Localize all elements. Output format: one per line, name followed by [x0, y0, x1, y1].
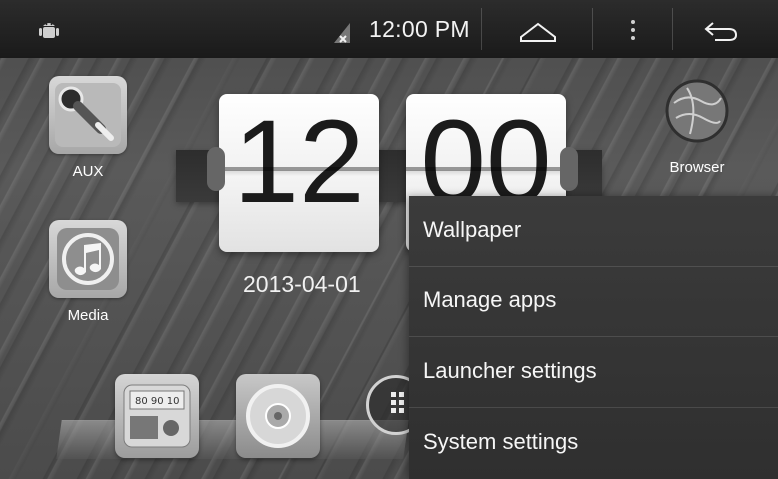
clock-hinge [560, 147, 578, 191]
clock-hours: 12 [233, 96, 365, 228]
android-icon [39, 23, 59, 38]
clock-date: 2013-04-01 [243, 271, 361, 297]
menu-item-label: Manage apps [423, 287, 557, 312]
card-split [406, 167, 566, 171]
launcher-menu: Wallpaper Manage apps Launcher settings … [409, 196, 778, 479]
android-home-screen: 12:00 PM AUX Media Browser 12 00 2013-04… [0, 0, 778, 479]
globe-icon [665, 79, 729, 143]
menu-item-label: System settings [423, 429, 579, 454]
disc-icon[interactable] [236, 374, 320, 458]
home-icon[interactable] [517, 19, 559, 45]
no-sim-icon [334, 23, 350, 43]
menu-item-label: Wallpaper [423, 217, 522, 242]
status-bar: 12:00 PM [0, 0, 778, 58]
browser-label: Browser [669, 159, 725, 176]
media-app[interactable]: Media [49, 220, 127, 324]
aux-icon [49, 76, 127, 154]
menu-item-system-settings[interactable]: System settings [409, 408, 778, 478]
svg-text:80 90 10: 80 90 10 [135, 396, 180, 407]
menu-item-label: Launcher settings [423, 358, 597, 383]
menu-item-wallpaper[interactable]: Wallpaper [409, 196, 778, 267]
status-time: 12:00 PM [369, 16, 470, 42]
status-divider [672, 8, 673, 50]
menu-icon[interactable] [629, 17, 637, 43]
dock-shelf [56, 420, 409, 459]
clock-hours-card[interactable]: 12 [219, 94, 379, 252]
clock-hinge [207, 147, 225, 191]
aux-app[interactable]: AUX [49, 76, 127, 180]
browser-app[interactable]: Browser [659, 78, 735, 176]
back-icon[interactable] [699, 17, 741, 43]
media-icon [49, 220, 127, 298]
aux-label: AUX [72, 163, 104, 180]
card-split [219, 167, 379, 171]
status-divider [481, 8, 482, 50]
menu-item-manage-apps[interactable]: Manage apps [409, 266, 778, 337]
status-divider [592, 8, 593, 50]
radio-icon[interactable]: 80 90 10 [115, 374, 199, 458]
media-label: Media [67, 307, 109, 324]
menu-item-launcher-settings[interactable]: Launcher settings [409, 337, 778, 408]
